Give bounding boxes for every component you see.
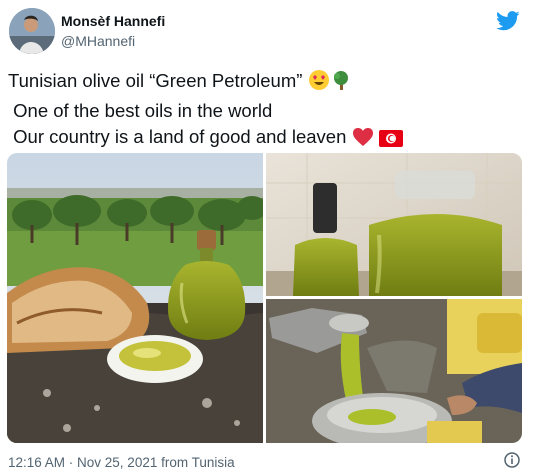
- tweet-timestamp[interactable]: 12:16 AM · Nov 25, 2021 from Tunisia: [8, 455, 235, 470]
- tweet-line-2: One of the best oils in the world: [8, 100, 273, 121]
- media-photo-olive-grove[interactable]: [7, 153, 267, 443]
- tweet-line-1: Tunisian olive oil “Green Petroleum”: [8, 70, 308, 91]
- avatar[interactable]: [9, 8, 55, 54]
- avatar-photo: [9, 8, 55, 54]
- twitter-bird-icon[interactable]: [496, 11, 520, 31]
- media-photo-oil-jars[interactable]: [266, 153, 522, 296]
- media-photo-pouring-oil[interactable]: [266, 299, 522, 443]
- tweet-line-3: Our country is a land of good and leaven: [8, 126, 352, 147]
- author-name[interactable]: Monsèf Hannefi: [61, 13, 165, 29]
- tunisia-flag-emoji-icon: [378, 128, 403, 154]
- heart-eyes-emoji-icon: [308, 69, 330, 98]
- media-grid[interactable]: [7, 153, 522, 443]
- info-icon[interactable]: [504, 452, 520, 468]
- tweet-text: Tunisian olive oil “Green Petroleum” One…: [8, 68, 403, 154]
- author-handle[interactable]: @MHannefi: [61, 33, 135, 49]
- tree-emoji-icon: [330, 69, 352, 98]
- red-heart-emoji-icon: [352, 127, 374, 154]
